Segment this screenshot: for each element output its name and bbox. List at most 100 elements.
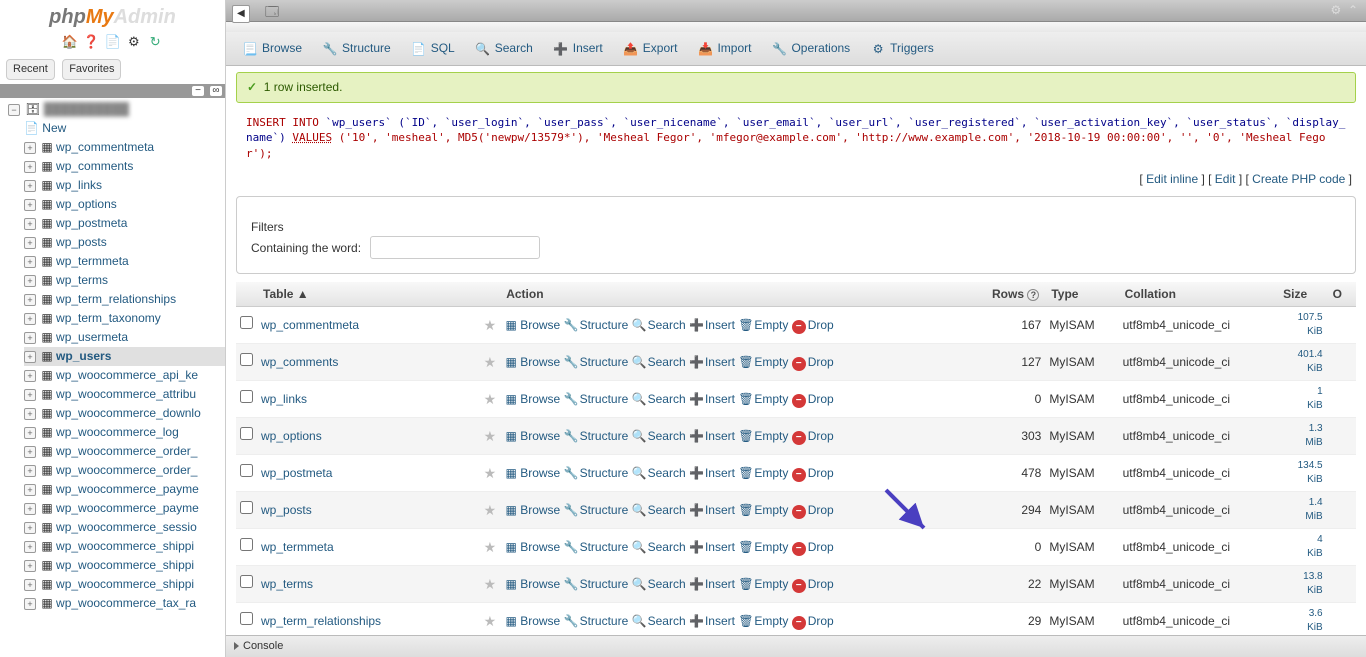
browse-action[interactable]: ▦Browse (504, 466, 560, 480)
tree-table-link[interactable]: wp_links (56, 178, 102, 192)
favorite-star-icon[interactable]: ★ (484, 465, 497, 481)
insert-action[interactable]: ➕Insert (689, 503, 735, 517)
structure-action[interactable]: 🔧Structure (564, 577, 629, 591)
expand-node[interactable]: + (24, 161, 36, 173)
console-toggle[interactable]: Console (226, 635, 1366, 657)
structure-action[interactable]: 🔧Structure (564, 318, 629, 332)
search-action[interactable]: 🔍Search (632, 355, 686, 369)
browse-action[interactable]: ▦Browse (504, 392, 560, 406)
expand-node[interactable]: + (24, 408, 36, 420)
tree-table-link[interactable]: wp_woocommerce_sessio (56, 520, 197, 534)
table-name-link[interactable]: wp_postmeta (261, 466, 332, 480)
tree-table-link[interactable]: wp_woocommerce_shippi (56, 577, 194, 591)
empty-action[interactable]: 🗑Empty (738, 429, 788, 443)
tree-table-link[interactable]: wp_term_relationships (56, 292, 176, 306)
database-name[interactable]: ██████████ (44, 102, 129, 116)
favorite-star-icon[interactable]: ★ (484, 576, 497, 592)
table-name-link[interactable]: wp_options (261, 429, 322, 443)
insert-action[interactable]: ➕Insert (689, 577, 735, 591)
empty-action[interactable]: 🗑Empty (738, 392, 788, 406)
edit-link[interactable]: Edit (1215, 172, 1236, 186)
logo[interactable]: phpMyAdmin (0, 0, 225, 31)
expand-node[interactable]: + (24, 180, 36, 192)
empty-action[interactable]: 🗑Empty (738, 318, 788, 332)
tree-table-link[interactable]: wp_termmeta (56, 254, 129, 268)
tab-import[interactable]: 📥Import (689, 36, 759, 61)
expand-node[interactable]: + (24, 598, 36, 610)
expand-node[interactable]: + (24, 237, 36, 249)
new-table-link[interactable]: New (42, 121, 66, 135)
tree-table-link[interactable]: wp_users (56, 349, 111, 363)
table-name-link[interactable]: wp_terms (261, 577, 313, 591)
empty-action[interactable]: 🗑Empty (738, 355, 788, 369)
help-icon[interactable]: ? (1027, 289, 1039, 301)
logout-icon[interactable]: ❓ (83, 33, 99, 49)
favorite-star-icon[interactable]: ★ (484, 317, 497, 333)
tab-structure[interactable]: 🔧Structure (314, 36, 399, 61)
expand-node[interactable]: + (24, 503, 36, 515)
drop-action[interactable]: −Drop (792, 355, 834, 369)
search-action[interactable]: 🔍Search (632, 318, 686, 332)
edit-inline-link[interactable]: Edit inline (1146, 172, 1198, 186)
row-checkbox[interactable] (240, 464, 253, 477)
expand-node[interactable]: + (24, 370, 36, 382)
expand-node[interactable]: + (24, 199, 36, 211)
tree-table-link[interactable]: wp_comments (56, 159, 133, 173)
row-checkbox[interactable] (240, 538, 253, 551)
browse-action[interactable]: ▦Browse (504, 355, 560, 369)
browse-action[interactable]: ▦Browse (504, 429, 560, 443)
drop-action[interactable]: −Drop (792, 318, 834, 332)
browse-action[interactable]: ▦Browse (504, 614, 560, 628)
empty-action[interactable]: 🗑Empty (738, 614, 788, 628)
favorite-star-icon[interactable]: ★ (484, 539, 497, 555)
table-name-link[interactable]: wp_termmeta (261, 540, 334, 554)
expand-node[interactable]: + (24, 446, 36, 458)
structure-action[interactable]: 🔧Structure (564, 392, 629, 406)
insert-action[interactable]: ➕Insert (689, 355, 735, 369)
recent-button[interactable]: Recent (6, 59, 55, 80)
tree-table-link[interactable]: wp_posts (56, 235, 107, 249)
tree-table-link[interactable]: wp_woocommerce_tax_ra (56, 596, 196, 610)
drop-action[interactable]: −Drop (792, 392, 834, 406)
tree-table-link[interactable]: wp_terms (56, 273, 108, 287)
favorites-button[interactable]: Favorites (62, 59, 121, 80)
expand-node[interactable]: + (24, 389, 36, 401)
row-checkbox[interactable] (240, 612, 253, 625)
search-action[interactable]: 🔍Search (632, 466, 686, 480)
insert-action[interactable]: ➕Insert (689, 614, 735, 628)
docs-icon[interactable]: 📄 (105, 33, 121, 49)
row-checkbox[interactable] (240, 427, 253, 440)
expand-node[interactable]: + (24, 218, 36, 230)
tree-table-link[interactable]: wp_options (56, 197, 117, 211)
tree-table-link[interactable]: wp_woocommerce_order_ (56, 444, 197, 458)
search-action[interactable]: 🔍Search (632, 392, 686, 406)
table-name-link[interactable]: wp_posts (261, 503, 312, 517)
insert-action[interactable]: ➕Insert (689, 392, 735, 406)
tree-table-link[interactable]: wp_woocommerce_shippi (56, 539, 194, 553)
structure-action[interactable]: 🔧Structure (564, 429, 629, 443)
settings-icon[interactable]: ⚙ (126, 33, 142, 49)
insert-action[interactable]: ➕Insert (689, 540, 735, 554)
drop-action[interactable]: −Drop (792, 429, 834, 443)
expand-node[interactable]: + (24, 294, 36, 306)
tree-table-link[interactable]: wp_woocommerce_order_ (56, 463, 197, 477)
gear-icon[interactable]: ⚙ (1331, 3, 1342, 17)
tree-table-link[interactable]: wp_woocommerce_downlo (56, 406, 201, 420)
empty-action[interactable]: 🗑Empty (738, 577, 788, 591)
tab-export[interactable]: 📤Export (615, 36, 686, 61)
expand-node[interactable]: + (24, 541, 36, 553)
tree-table-link[interactable]: wp_postmeta (56, 216, 127, 230)
expand-node[interactable]: + (24, 313, 36, 325)
filter-input[interactable] (370, 236, 540, 259)
tab-operations[interactable]: 🔧Operations (763, 36, 858, 61)
tab-browse[interactable]: 📃Browse (234, 36, 310, 61)
expand-node[interactable]: + (24, 427, 36, 439)
search-action[interactable]: 🔍Search (632, 503, 686, 517)
tab-search[interactable]: 🔍Search (467, 36, 541, 61)
browse-action[interactable]: ▦Browse (504, 577, 560, 591)
tree-table-link[interactable]: wp_usermeta (56, 330, 128, 344)
table-name-link[interactable]: wp_comments (261, 355, 338, 369)
table-name-link[interactable]: wp_commentmeta (261, 318, 359, 332)
tree-table-link[interactable]: wp_woocommerce_payme (56, 482, 199, 496)
search-action[interactable]: 🔍Search (632, 614, 686, 628)
